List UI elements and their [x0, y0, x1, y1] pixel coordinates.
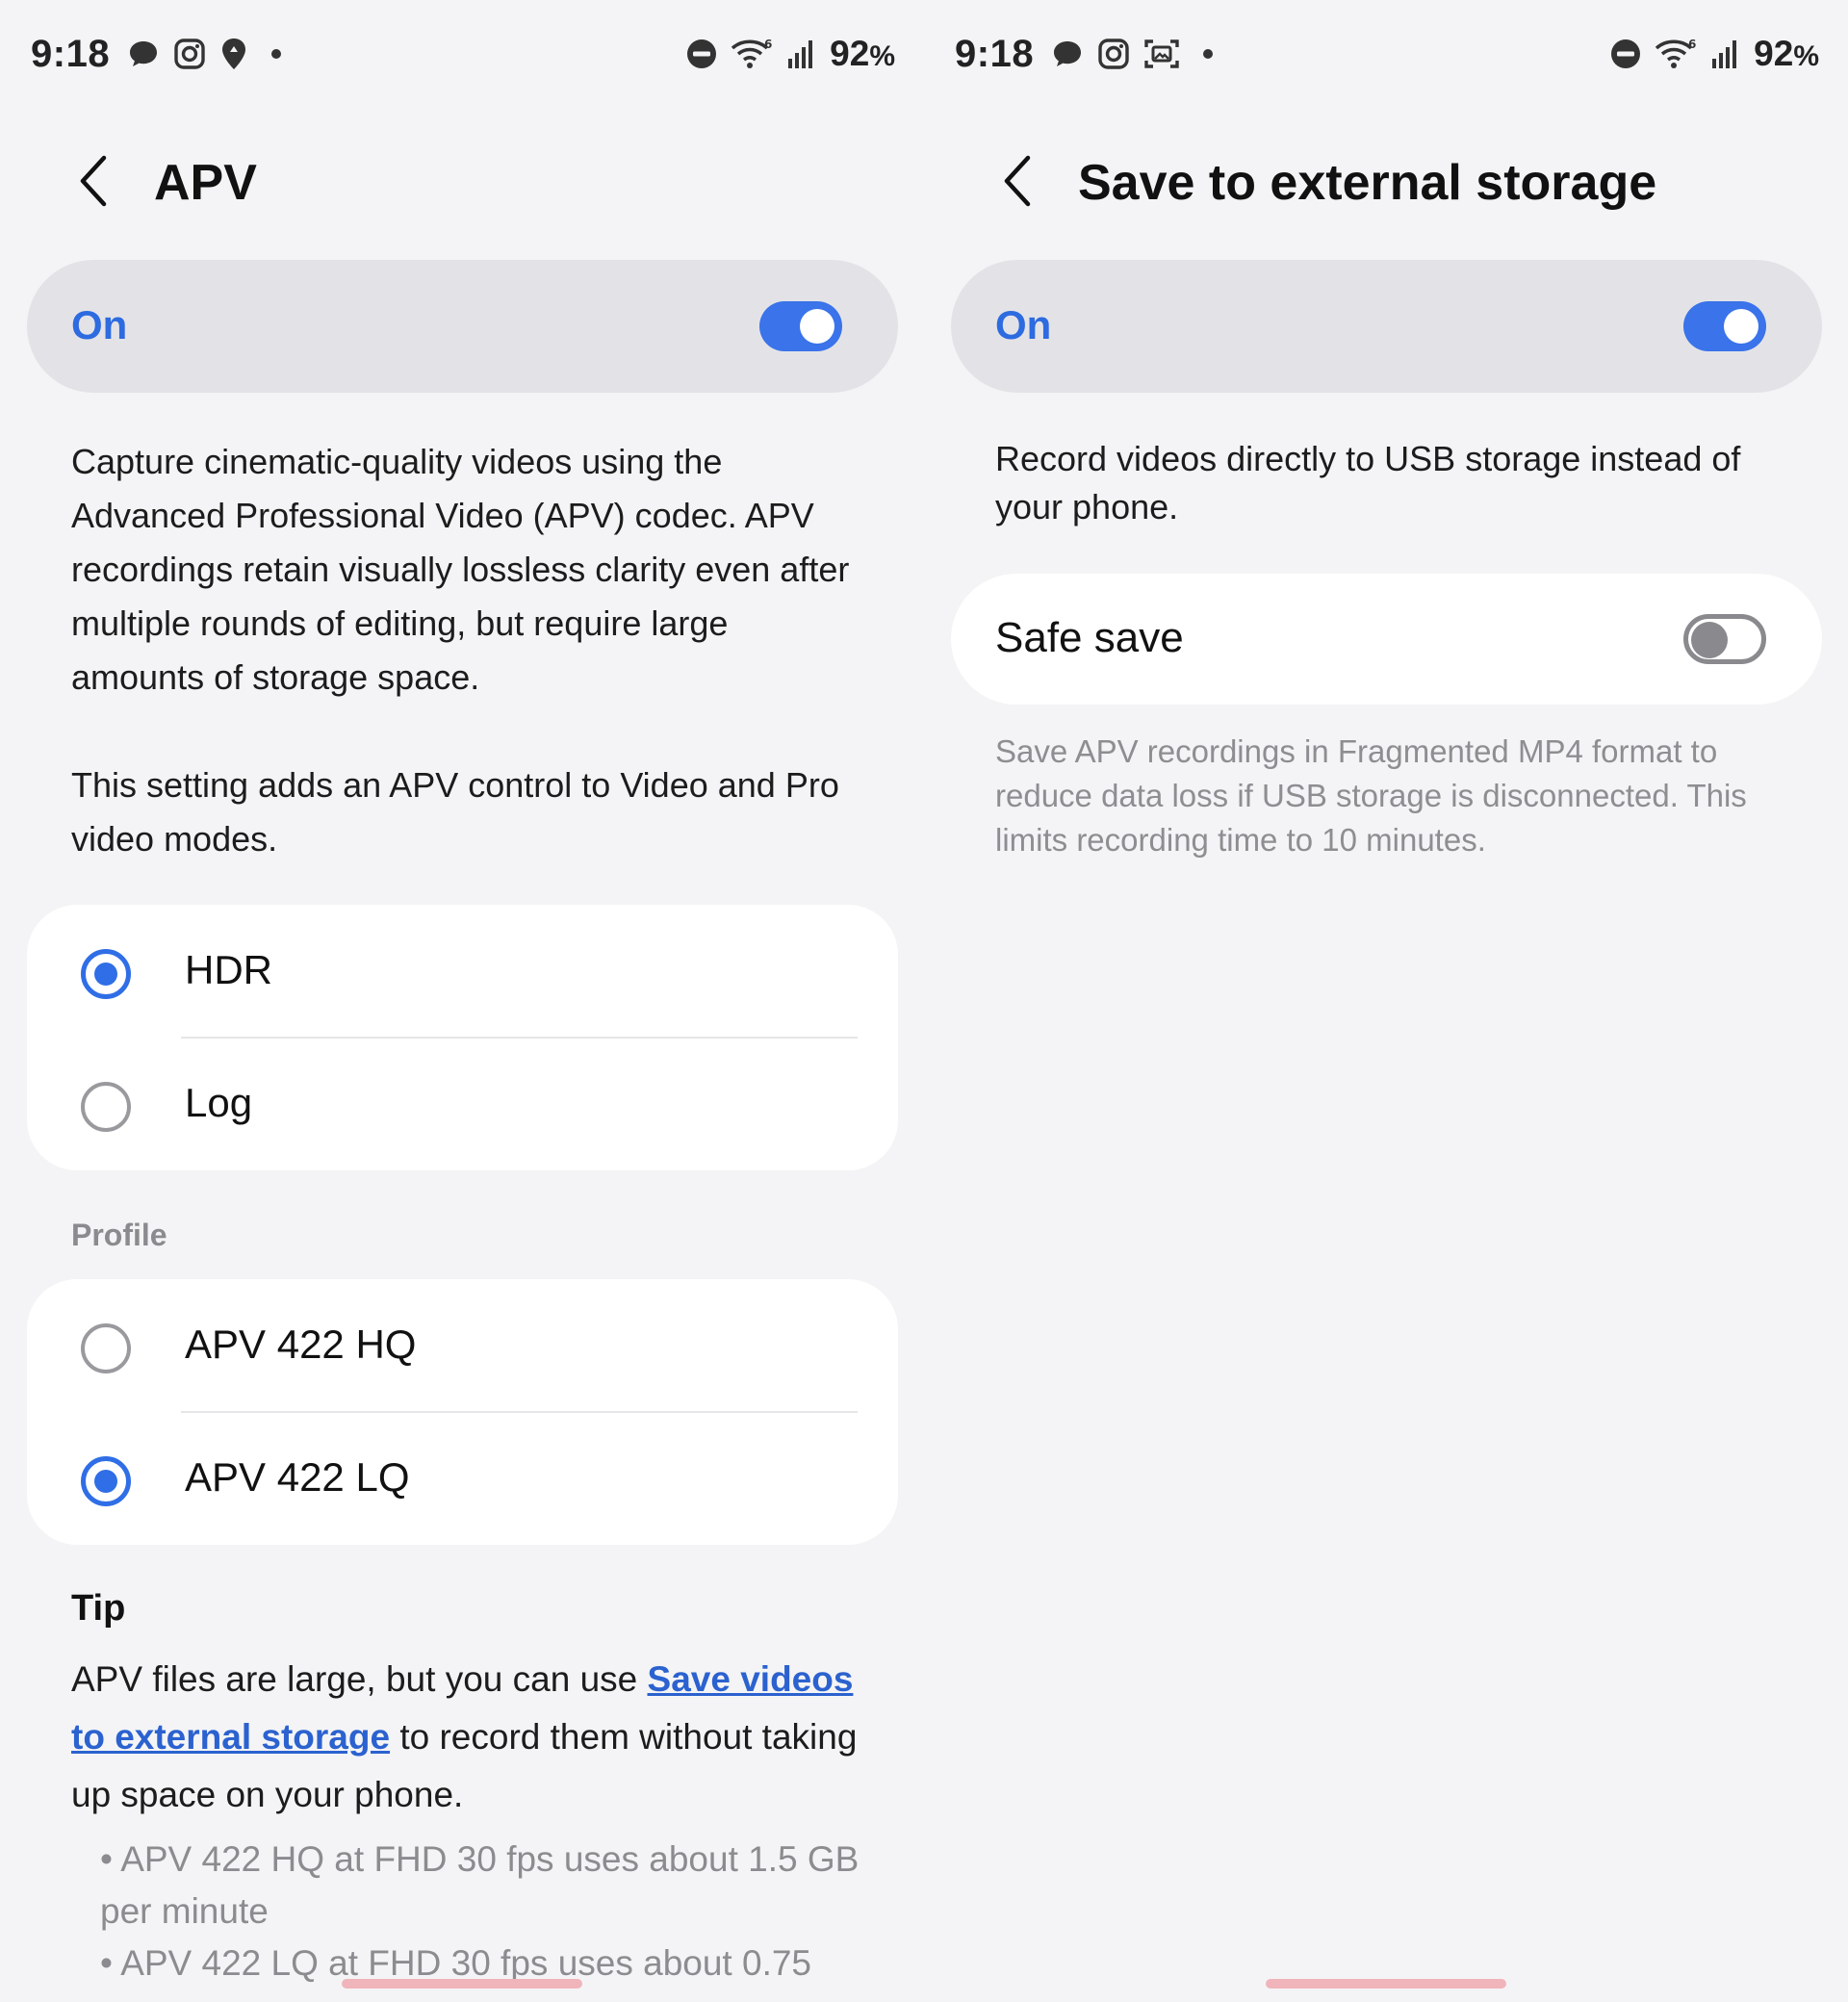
chat-bubble-icon — [1051, 38, 1084, 70]
status-bar: 9:18 6 92% — [955, 27, 1819, 81]
apv-mode-description: This setting adds an APV control to Vide… — [71, 765, 839, 859]
profile-card: APV 422 HQ APV 422 LQ — [27, 1279, 898, 1545]
back-button[interactable] — [67, 144, 121, 221]
apv-settings-screen: 9:18 6 92% APV On Capture cinematic-qual… — [0, 0, 924, 2002]
master-switch-label: On — [71, 302, 128, 347]
tip-body: APV files are large, but you can use Sav… — [71, 1651, 880, 1824]
safe-save-note: Save APV recordings in Fragmented MP4 fo… — [995, 733, 1747, 858]
profile-option-label: APV 422 LQ — [185, 1454, 410, 1500]
safe-save-label: Safe save — [995, 614, 1184, 661]
status-bar: 9:18 6 92% — [31, 27, 895, 81]
list-item: • APV 422 HQ at FHD 30 fps uses about 1.… — [100, 1839, 860, 1931]
mode-option-hdr[interactable]: HDR — [27, 905, 898, 1038]
svg-text:6: 6 — [764, 38, 772, 51]
external-storage-screen: 9:18 6 92% Save to external storage On R… — [924, 0, 1848, 2002]
page-title: Save to external storage — [1078, 155, 1657, 211]
radio-checked-icon[interactable] — [81, 949, 131, 999]
battery-level: 92% — [830, 34, 895, 73]
toggle-knob — [1724, 309, 1758, 344]
back-button[interactable] — [991, 144, 1045, 221]
external-storage-description: Record videos directly to USB storage in… — [995, 439, 1741, 526]
chevron-left-icon — [77, 154, 112, 213]
status-time: 9:18 — [31, 32, 111, 75]
apv-description: Capture cinematic-quality videos using t… — [71, 442, 850, 697]
home-indicator — [342, 1979, 582, 1989]
screenshot-icon — [1143, 37, 1180, 71]
wifi-6-icon: 6 — [1654, 37, 1698, 71]
home-indicator — [1266, 1979, 1506, 1989]
safe-save-row[interactable]: Safe save — [951, 574, 1822, 705]
safe-save-toggle[interactable] — [1683, 614, 1766, 664]
toggle-knob — [800, 309, 834, 344]
profile-option-hq[interactable]: APV 422 HQ — [27, 1279, 898, 1412]
radio-unchecked-icon[interactable] — [81, 1323, 131, 1373]
storage-usage-list: • APV 422 HQ at FHD 30 fps uses about 1.… — [100, 1834, 870, 1989]
wifi-6-icon: 6 — [730, 37, 774, 71]
do-not-disturb-icon — [1609, 38, 1642, 70]
master-switch-row[interactable]: On — [27, 260, 898, 393]
mode-card: HDR Log — [27, 905, 898, 1170]
do-not-disturb-icon — [685, 38, 718, 70]
tip-text: APV files are large, but you can use — [71, 1659, 648, 1699]
status-time: 9:18 — [955, 32, 1035, 75]
instagram-icon — [1097, 38, 1130, 70]
chat-bubble-icon — [127, 38, 160, 70]
mode-option-label: Log — [185, 1080, 253, 1125]
battery-level: 92% — [1754, 34, 1819, 73]
instagram-icon — [173, 38, 206, 70]
mode-option-label: HDR — [185, 947, 272, 992]
svg-text:6: 6 — [1688, 38, 1696, 51]
master-toggle[interactable] — [1683, 301, 1766, 351]
profile-option-label: APV 422 HQ — [185, 1322, 417, 1367]
signal-icon — [1709, 38, 1742, 70]
page-title: APV — [154, 155, 257, 211]
radio-unchecked-icon[interactable] — [81, 1082, 131, 1132]
notification-dot-icon — [1203, 49, 1214, 59]
master-toggle[interactable] — [759, 301, 842, 351]
master-switch-row[interactable]: On — [951, 260, 1822, 393]
mode-option-log[interactable]: Log — [27, 1038, 898, 1170]
location-pin-icon — [219, 37, 248, 71]
profile-option-lq[interactable]: APV 422 LQ — [27, 1412, 898, 1545]
chevron-left-icon — [1001, 154, 1036, 213]
signal-icon — [785, 38, 818, 70]
tip-title: Tip — [71, 1588, 126, 1629]
profile-section-label: Profile — [71, 1218, 167, 1252]
master-switch-label: On — [995, 302, 1052, 347]
radio-checked-icon[interactable] — [81, 1456, 131, 1506]
toggle-knob — [1691, 622, 1728, 658]
notification-dot-icon — [271, 49, 282, 59]
